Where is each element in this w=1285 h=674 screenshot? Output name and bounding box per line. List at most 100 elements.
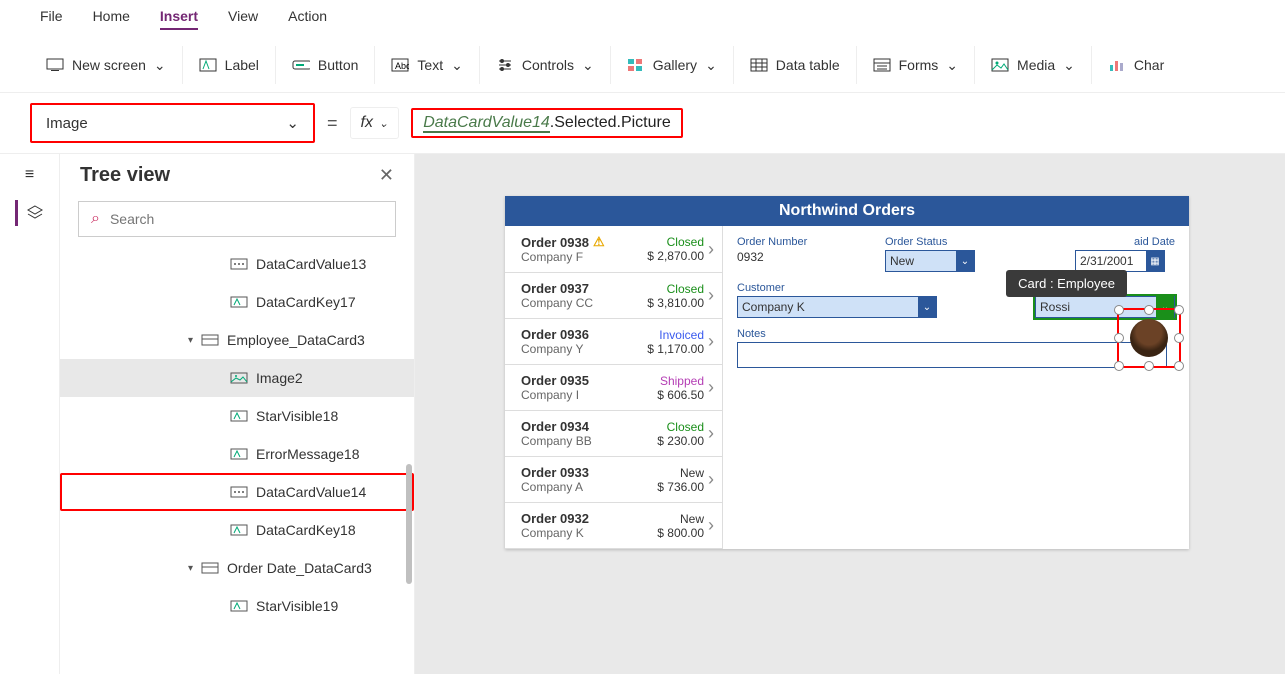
- order-row[interactable]: Order 0936Company YInvoiced$ 1,170.00›: [505, 319, 722, 365]
- tree-node[interactable]: DataCardKey18: [60, 511, 414, 549]
- order-status-combo[interactable]: New⌄: [885, 250, 975, 272]
- tree-node-label: Image2: [256, 370, 303, 386]
- expand-icon[interactable]: ▾: [188, 335, 193, 346]
- equals-sign: =: [327, 113, 338, 134]
- order-row[interactable]: Order 0932Company KNew$ 800.00›: [505, 503, 722, 549]
- hamburger-icon[interactable]: ≡: [25, 166, 34, 184]
- label-icon: [230, 523, 248, 537]
- card-tooltip: Card : Employee: [1006, 270, 1127, 297]
- media-button[interactable]: Media ⌄: [975, 46, 1092, 84]
- forms-icon: [873, 56, 891, 74]
- search-input[interactable]: [110, 211, 383, 227]
- chevron-right-icon: ›: [708, 377, 714, 398]
- chart-icon: [1108, 56, 1126, 74]
- tree-node[interactable]: Image2: [60, 359, 414, 397]
- avatar: [1130, 319, 1168, 357]
- charts-button[interactable]: Char: [1092, 46, 1180, 84]
- orders-list: Order 0938 ⚠Company FClosed$ 2,870.00›Or…: [505, 226, 723, 549]
- menu-home[interactable]: Home: [93, 8, 130, 30]
- gallery-icon: [627, 56, 645, 74]
- layers-icon[interactable]: [15, 200, 44, 226]
- gallery-button[interactable]: Gallery ⌄: [611, 46, 734, 84]
- calendar-icon: ▦: [1146, 250, 1164, 272]
- chevron-right-icon: ›: [708, 469, 714, 490]
- main-menu: File Home Insert View Action: [0, 0, 1285, 38]
- expand-icon[interactable]: ▾: [188, 563, 193, 574]
- customer-label: Customer: [737, 282, 937, 294]
- card-icon: [201, 561, 219, 575]
- menu-file[interactable]: File: [40, 8, 63, 30]
- tree-list: DataCardValue13 DataCardKey17 ▾ Employee_Da…: [60, 245, 414, 625]
- tree-node-label: Order Date_DataCard3: [227, 560, 372, 576]
- tree-node-label: DataCardValue13: [256, 256, 366, 272]
- tree-node-label: StarVisible19: [256, 598, 338, 614]
- tree-node[interactable]: DataCardKey17: [60, 283, 414, 321]
- tree-node-label: StarVisible18: [256, 408, 338, 424]
- chevron-right-icon: ›: [708, 285, 714, 306]
- image-icon: [230, 371, 248, 385]
- order-number-label: Order Number: [737, 236, 837, 248]
- label-icon: [230, 447, 248, 461]
- button-button[interactable]: Button: [276, 46, 375, 84]
- order-row[interactable]: Order 0933Company ANew$ 736.00›: [505, 457, 722, 503]
- canvas: Northwind Orders Order 0938 ⚠Company FCl…: [415, 154, 1285, 674]
- table-icon: [750, 56, 768, 74]
- tree-node[interactable]: DataCardValue13: [60, 245, 414, 283]
- chevron-right-icon: ›: [708, 423, 714, 444]
- warning-icon: ⚠: [593, 234, 605, 250]
- chevron-right-icon: ›: [708, 331, 714, 352]
- close-icon[interactable]: ✕: [379, 165, 394, 186]
- controls-button[interactable]: Controls ⌄: [480, 46, 611, 84]
- screen-icon: [46, 56, 64, 74]
- order-row[interactable]: Order 0934Company BBClosed$ 230.00›: [505, 411, 722, 457]
- chevron-down-icon: ⌄: [1063, 57, 1075, 74]
- tree-node[interactable]: DataCardValue14: [60, 473, 414, 511]
- tree-node-label: Employee_DataCard3: [227, 332, 365, 348]
- tree-node-label: DataCardKey17: [256, 294, 356, 310]
- chevron-down-icon: ⌄: [286, 114, 299, 132]
- chevron-down-icon: ⌄: [154, 57, 166, 74]
- tree-node[interactable]: StarVisible19: [60, 587, 414, 625]
- fx-button[interactable]: fx⌄: [350, 107, 400, 139]
- tree-view-panel: Tree view ✕ ⌕ DataCardValue13DataCardKey…: [60, 154, 415, 674]
- label-icon: [230, 409, 248, 423]
- tree-node[interactable]: ▾ Order Date_DataCard3: [60, 549, 414, 587]
- left-rail: ≡: [0, 154, 60, 674]
- customer-combo[interactable]: Company K⌄: [737, 296, 937, 318]
- scrollbar-thumb[interactable]: [406, 464, 412, 584]
- order-row[interactable]: Order 0935Company IShipped$ 606.50›: [505, 365, 722, 411]
- textbox-icon: [230, 485, 248, 499]
- controls-icon: [496, 56, 514, 74]
- insert-toolbar: New screen ⌄ Label Button Abc Text ⌄ Con…: [0, 38, 1285, 93]
- order-number-value: 0932: [737, 250, 764, 264]
- formula-input[interactable]: DataCardValue14.Selected.Picture: [411, 108, 683, 138]
- tree-node[interactable]: ▾ Employee_DataCard3: [60, 321, 414, 359]
- chevron-down-icon: ⌄: [956, 250, 974, 272]
- datatable-button[interactable]: Data table: [734, 46, 857, 84]
- forms-button[interactable]: Forms ⌄: [857, 46, 975, 84]
- property-selector[interactable]: Image ⌄: [30, 103, 315, 143]
- new-screen-button[interactable]: New screen ⌄: [30, 46, 183, 84]
- order-row[interactable]: Order 0937Company CCClosed$ 3,810.00›: [505, 273, 722, 319]
- chevron-down-icon: ⌄: [946, 57, 958, 74]
- chevron-down-icon: ⌄: [451, 57, 463, 74]
- menu-view[interactable]: View: [228, 8, 258, 30]
- svg-text:Abc: Abc: [395, 61, 409, 71]
- tree-node[interactable]: ErrorMessage18: [60, 435, 414, 473]
- text-button[interactable]: Abc Text ⌄: [375, 46, 479, 84]
- tree-node-label: ErrorMessage18: [256, 446, 360, 462]
- tree-search[interactable]: ⌕: [78, 201, 396, 237]
- detail-form: Card : Employee Order Number 0932 Order …: [723, 226, 1189, 549]
- notes-label: Notes: [737, 328, 1175, 340]
- menu-insert[interactable]: Insert: [160, 8, 198, 30]
- employee-image-selected[interactable]: [1117, 308, 1181, 368]
- order-status-label: Order Status: [885, 236, 975, 248]
- paid-date-picker[interactable]: 2/31/2001▦: [1075, 250, 1165, 272]
- chevron-down-icon: ⌄: [918, 296, 936, 318]
- order-row[interactable]: Order 0938 ⚠Company FClosed$ 2,870.00›: [505, 226, 722, 273]
- notes-input[interactable]: [737, 342, 1167, 368]
- menu-action[interactable]: Action: [288, 8, 327, 30]
- label-button[interactable]: Label: [183, 46, 276, 84]
- search-icon: ⌕: [91, 210, 100, 228]
- tree-node[interactable]: StarVisible18: [60, 397, 414, 435]
